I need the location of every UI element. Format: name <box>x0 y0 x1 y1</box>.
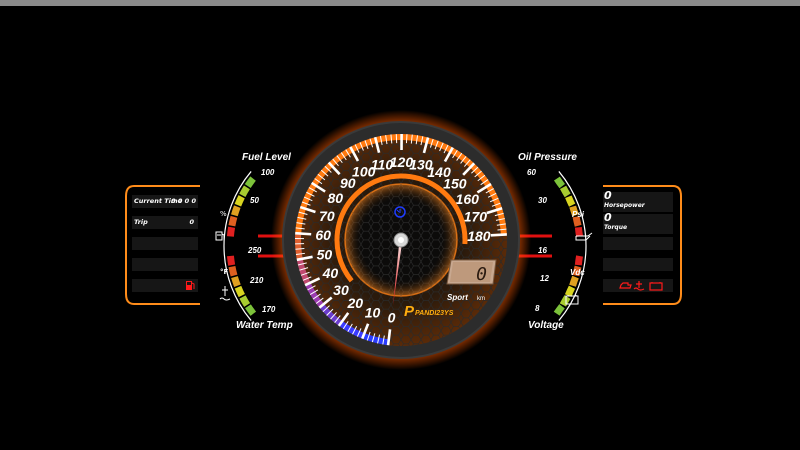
empty-row-5 <box>603 258 673 271</box>
brand-text: PANDI23YS <box>415 310 454 317</box>
digital-speed-value: 0 <box>476 264 487 285</box>
water-mid-label: 210 <box>250 276 264 285</box>
side-gauge-segment <box>553 304 565 316</box>
dial-band-segment <box>401 134 429 144</box>
dial-band-segment <box>375 134 402 144</box>
right-info-panel: 0 Horsepower 0 Torque <box>603 184 682 306</box>
minor-tick <box>405 134 408 144</box>
fuel-pump-icon <box>215 231 225 241</box>
coolant-temp-icon <box>219 286 231 301</box>
voltage-label: Voltage <box>528 320 564 331</box>
side-gauge-segment <box>574 255 583 266</box>
fuel-unit-label: % <box>220 210 227 218</box>
svg-text:P: P <box>404 303 415 320</box>
voltage-top-label: 16 <box>538 246 547 255</box>
oil-unit-label: Psi <box>572 210 585 219</box>
current-time-value: 0 0 0 0 <box>171 197 196 205</box>
side-gauge-segment <box>559 185 571 198</box>
trip-row: Trip 0 <box>132 216 198 229</box>
speed-tick-label: 170 <box>464 209 488 225</box>
side-gauge-segment <box>231 205 241 217</box>
side-gauge-segment <box>234 285 245 298</box>
speed-tick-label: 0 <box>388 309 396 325</box>
speed-tick-label: 60 <box>315 227 331 243</box>
speed-tick-label: 180 <box>467 228 491 244</box>
speed-tick-label: 80 <box>327 190 343 206</box>
side-gauge-segment <box>569 275 579 287</box>
empty-row-4 <box>603 237 673 250</box>
warning-icons <box>619 281 663 291</box>
drive-mode-label: Sport <box>447 293 468 302</box>
empty-row-2 <box>132 258 198 271</box>
side-gauge-segment <box>228 265 238 277</box>
voltage-unit-label: Vdc <box>570 268 585 277</box>
speed-tick-label: 160 <box>456 191 480 207</box>
voltage-mid-label: 12 <box>540 274 549 283</box>
side-gauge-segment <box>553 176 566 189</box>
major-tick <box>295 231 312 236</box>
needle-hub-center <box>398 237 404 243</box>
water-top-label: 250 <box>248 246 262 255</box>
side-gauge-segment <box>226 255 236 266</box>
empty-row-1 <box>132 237 198 250</box>
current-time-row: Current Time 0 0 0 0 <box>132 195 198 208</box>
oil-mid-label: 30 <box>538 196 547 205</box>
horsepower-row: 0 Horsepower <box>603 189 673 212</box>
trip-label: Trip <box>134 218 148 226</box>
trip-value: 0 <box>189 218 194 226</box>
speed-tick-label: 20 <box>346 295 363 311</box>
battery-warning-icon <box>649 282 663 291</box>
side-gauge-segment <box>565 195 576 207</box>
fuel-mid-label: 50 <box>250 196 259 205</box>
side-gauge-segment <box>574 226 584 238</box>
empty-row-3 <box>132 279 198 292</box>
side-gauge-segment <box>228 215 238 227</box>
major-tick <box>490 233 507 237</box>
coolant-warning-icon <box>633 281 645 291</box>
speed-tick-label: 50 <box>317 247 333 263</box>
speed-tick-label: 10 <box>365 305 381 321</box>
side-gauge-segment <box>239 185 250 198</box>
brand-logo: P <box>404 303 415 320</box>
speedometer: 0102030405060708090100110120130140150160… <box>271 110 531 370</box>
digital-speed-display <box>446 259 497 285</box>
speed-tick-label: 70 <box>319 208 335 224</box>
speed-tick-label: 30 <box>333 282 349 298</box>
side-gauge-segment <box>231 276 241 288</box>
speed-tick-label: 40 <box>322 265 339 281</box>
side-gauge-segment <box>245 304 257 316</box>
water-unit-label: °F <box>220 268 229 276</box>
side-gauge-segment <box>226 226 236 237</box>
dashboard-screen: Current Time 0 0 0 0 Trip 0 0 Horsepower… <box>0 6 800 450</box>
speed-tick-label: 150 <box>443 176 467 192</box>
engine-warning-icon <box>619 282 632 289</box>
fuel-warning-icon <box>186 281 195 290</box>
speed-unit-label: km <box>477 296 485 302</box>
voltage-bottom-label: 8 <box>535 304 540 313</box>
side-gauge-segment <box>239 295 251 307</box>
side-gauge-segment <box>244 176 256 189</box>
dial-band-segment <box>295 233 303 260</box>
side-gauge-segment <box>564 285 576 297</box>
side-gauge-segment <box>234 195 245 207</box>
torque-row: 0 Torque <box>603 211 673 234</box>
warning-icons-row <box>603 279 673 292</box>
left-info-panel: Current Time 0 0 0 0 Trip 0 <box>124 184 202 306</box>
